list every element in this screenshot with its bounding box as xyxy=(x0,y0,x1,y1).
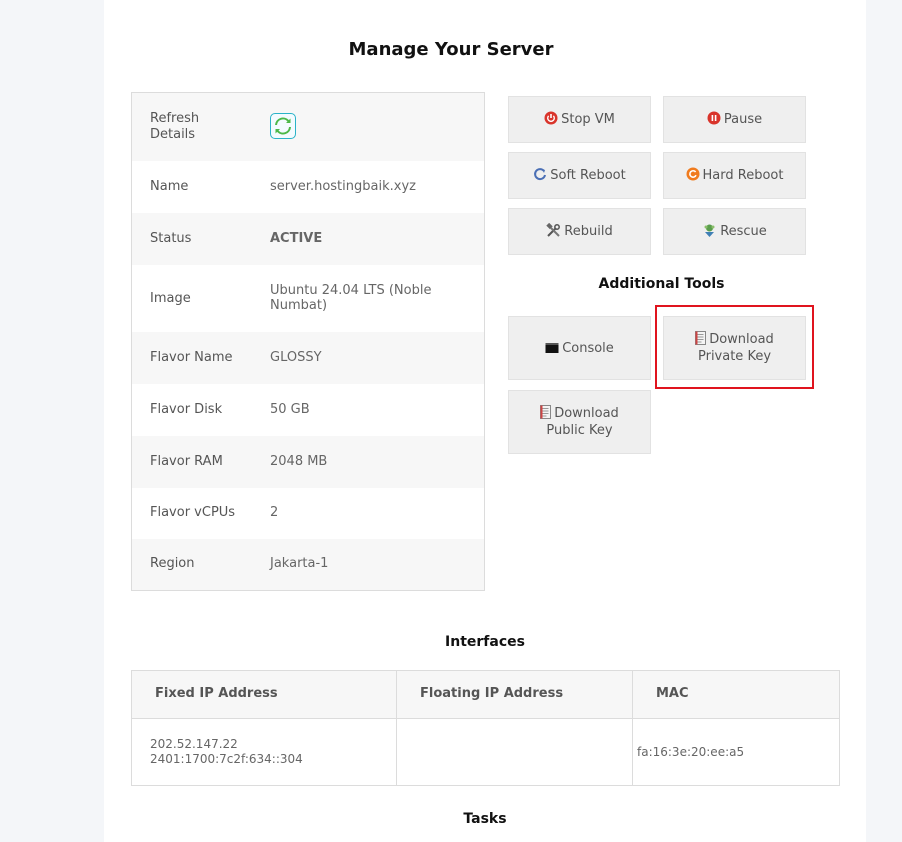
mac-header: MAC xyxy=(656,686,689,701)
rescue-label: Rescue xyxy=(720,224,767,239)
tools-icon xyxy=(546,222,561,241)
region-value: Jakarta-1 xyxy=(270,556,329,571)
page-title: Manage Your Server xyxy=(348,39,554,60)
interfaces-title: Interfaces xyxy=(445,634,525,650)
flavor-vcpus-label: Flavor vCPUs xyxy=(150,505,236,520)
flavor-ram-value: 2048 MB xyxy=(270,454,328,469)
rescue-button[interactable]: Rescue xyxy=(663,208,806,255)
name-value: server.hostingbaik.xyz xyxy=(270,179,416,194)
soft-reboot-label: Soft Reboot xyxy=(550,168,626,183)
fixed-ip-header: Fixed IP Address xyxy=(155,686,278,701)
details-row: Image Ubuntu 24.04 LTS (Noble Numbat) xyxy=(132,265,484,332)
status-badge: ACTIVE xyxy=(270,231,323,246)
additional-tools-title: Additional Tools xyxy=(598,276,725,292)
download-public-key-label: Download Public Key xyxy=(546,406,619,438)
power-icon xyxy=(544,111,558,128)
details-row: Flavor Disk 50 GB xyxy=(132,384,484,436)
flavor-name-label: Flavor Name xyxy=(150,350,233,365)
console-icon xyxy=(545,340,559,357)
download-private-key-button[interactable]: Download Private Key xyxy=(663,316,806,380)
console-button[interactable]: Console xyxy=(508,316,651,380)
status-label: Status xyxy=(150,231,192,246)
name-label: Name xyxy=(150,179,189,194)
rebuild-label: Rebuild xyxy=(564,224,613,239)
flavor-ram-label: Flavor RAM xyxy=(150,454,223,469)
details-row: Flavor RAM 2048 MB xyxy=(132,436,484,488)
image-value: Ubuntu 24.04 LTS (Noble Numbat) xyxy=(270,283,432,313)
pause-label: Pause xyxy=(723,112,763,127)
details-row: Flavor Name GLOSSY xyxy=(132,332,484,384)
details-row: Flavor vCPUs 2 xyxy=(132,488,484,539)
flavor-name-value: GLOSSY xyxy=(270,350,322,365)
soft-reboot-button[interactable]: Soft Reboot xyxy=(508,152,651,199)
pause-button[interactable]: Pause xyxy=(663,96,806,143)
document-icon xyxy=(695,331,707,348)
floating-ip-header: Floating IP Address xyxy=(420,686,564,701)
document-icon xyxy=(540,405,552,422)
soft-reboot-icon xyxy=(533,167,547,184)
console-label: Console xyxy=(562,340,614,356)
refresh-icon[interactable] xyxy=(270,113,296,139)
details-row-refresh: Refresh Details xyxy=(132,93,484,161)
server-details-table: Refresh Details Name server.hostingbaik.… xyxy=(131,92,485,591)
flavor-disk-label: Flavor Disk xyxy=(150,402,223,417)
mac-value: fa:16:3e:20:ee:a5 xyxy=(637,745,745,759)
hard-reboot-label: Hard Reboot xyxy=(702,168,784,183)
details-row: Status ACTIVE xyxy=(132,213,484,265)
stop-vm-label: Stop VM xyxy=(561,112,615,127)
flavor-vcpus-value: 2 xyxy=(270,505,279,520)
stop-vm-button[interactable]: Stop VM xyxy=(508,96,651,143)
details-row: Name server.hostingbaik.xyz xyxy=(132,161,484,213)
fixed-ipv4-value: 202.52.147.22 xyxy=(150,737,238,751)
details-row: Region Jakarta-1 xyxy=(132,539,484,590)
fixed-ipv6-value: 2401:1700:7c2f:634::304 xyxy=(150,752,303,766)
interfaces-table: Fixed IP Address Floating IP Address MAC… xyxy=(131,670,840,786)
download-public-key-button[interactable]: Download Public Key xyxy=(508,390,651,454)
download-private-key-label: Download Private Key xyxy=(697,332,774,364)
hard-reboot-icon xyxy=(686,167,700,184)
column-divider xyxy=(396,671,397,785)
rebuild-button[interactable]: Rebuild xyxy=(508,208,651,255)
pause-icon xyxy=(707,111,721,128)
rescue-icon xyxy=(702,223,717,241)
image-label: Image xyxy=(150,291,191,306)
tasks-title: Tasks xyxy=(463,811,507,827)
hard-reboot-button[interactable]: Hard Reboot xyxy=(663,152,806,199)
column-divider xyxy=(632,671,633,785)
refresh-details-label: Refresh Details xyxy=(150,111,200,142)
flavor-disk-value: 50 GB xyxy=(270,402,310,417)
region-label: Region xyxy=(150,556,195,571)
